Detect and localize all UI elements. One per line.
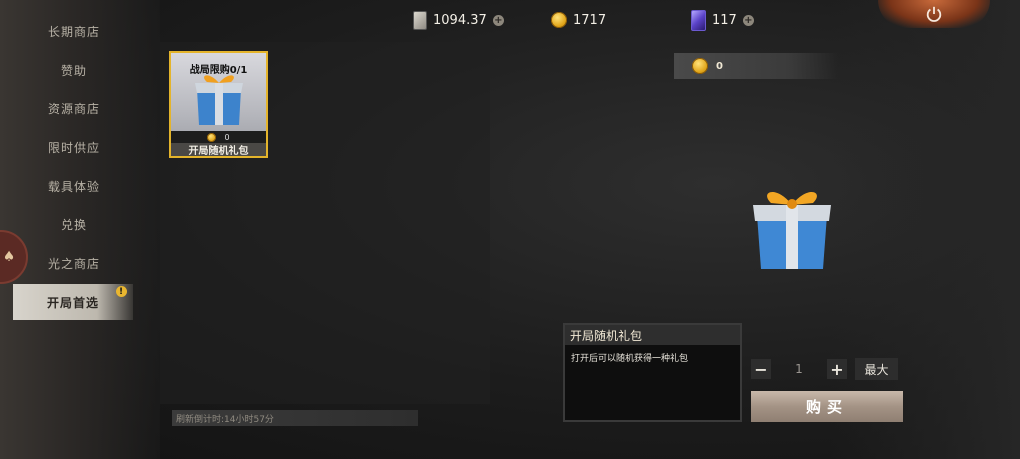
increase-quantity-button[interactable]: +	[827, 359, 847, 379]
gift-box-preview-icon	[753, 191, 831, 269]
item-price: 0	[224, 132, 230, 142]
quantity-value[interactable]: 1	[771, 362, 827, 376]
decrease-quantity-button[interactable]: −	[751, 359, 771, 379]
power-icon	[926, 6, 942, 22]
sidebar-item-label: 开局首选	[46, 295, 99, 310]
cost-bar: 0	[674, 53, 838, 79]
sidebar-item-exchange[interactable]: 兑换	[14, 207, 134, 241]
currency-cards: 1094.37 +	[413, 9, 504, 31]
coin-icon	[551, 12, 567, 28]
sidebar-item-label: 载具体验	[47, 179, 100, 194]
add-crystals-button[interactable]: +	[742, 14, 754, 26]
refresh-countdown: 刷新倒计时:14小时57分	[172, 410, 418, 426]
card-icon	[413, 10, 427, 30]
coin-icon	[207, 132, 217, 142]
total-cost: 0	[716, 60, 723, 72]
sidebar-item-opening-picks[interactable]: 开局首选 !	[13, 284, 133, 320]
currency-crystals: 117 +	[691, 9, 754, 31]
item-name: 开局随机礼包	[171, 143, 266, 157]
sidebar-item-sponsor[interactable]: 赞助	[14, 53, 134, 87]
sidebar-item-long-term-shop[interactable]: 长期商店	[14, 14, 134, 48]
crystals-amount: 117	[712, 12, 737, 28]
sidebar-item-label: 限时供应	[47, 140, 100, 155]
sidebar-item-label: 光之商店	[47, 256, 100, 271]
gift-pack-card[interactable]: 战局限购0/1 0 开局随机礼包	[169, 51, 268, 158]
sidebar-item-light-shop[interactable]: 光之商店	[14, 246, 134, 280]
sidebar-item-label: 长期商店	[47, 24, 100, 39]
description-title: 开局随机礼包	[565, 325, 740, 345]
alert-icon: !	[116, 286, 127, 297]
quantity-stepper: − 1 + 最大	[751, 358, 898, 380]
power-button[interactable]	[878, 0, 990, 28]
description-text: 打开后可以随机获得一种礼包	[571, 354, 689, 364]
cards-amount: 1094.37	[433, 12, 487, 28]
sidebar-item-label: 赞助	[60, 63, 87, 78]
sidebar-item-label: 兑换	[60, 217, 87, 232]
add-cards-button[interactable]: +	[492, 14, 504, 26]
gift-box-icon	[195, 75, 243, 125]
sidebar-item-vehicle-trial[interactable]: 载具体验	[14, 169, 134, 203]
buy-button[interactable]: 购买	[751, 391, 903, 422]
sidebar-item-limited-supply[interactable]: 限时供应	[14, 130, 134, 164]
max-quantity-button[interactable]: 最大	[855, 358, 898, 380]
crystal-icon	[691, 9, 706, 31]
item-description-box: 开局随机礼包 打开后可以随机获得一种礼包	[563, 323, 742, 422]
coin-icon	[692, 58, 708, 74]
currency-coins: 1717	[551, 9, 606, 31]
sidebar-item-label: 资源商店	[47, 101, 100, 116]
purchase-limit: 战局限购0/1	[189, 65, 248, 76]
sidebar-item-resource-shop[interactable]: 资源商店	[14, 91, 134, 125]
coins-amount: 1717	[573, 12, 607, 28]
